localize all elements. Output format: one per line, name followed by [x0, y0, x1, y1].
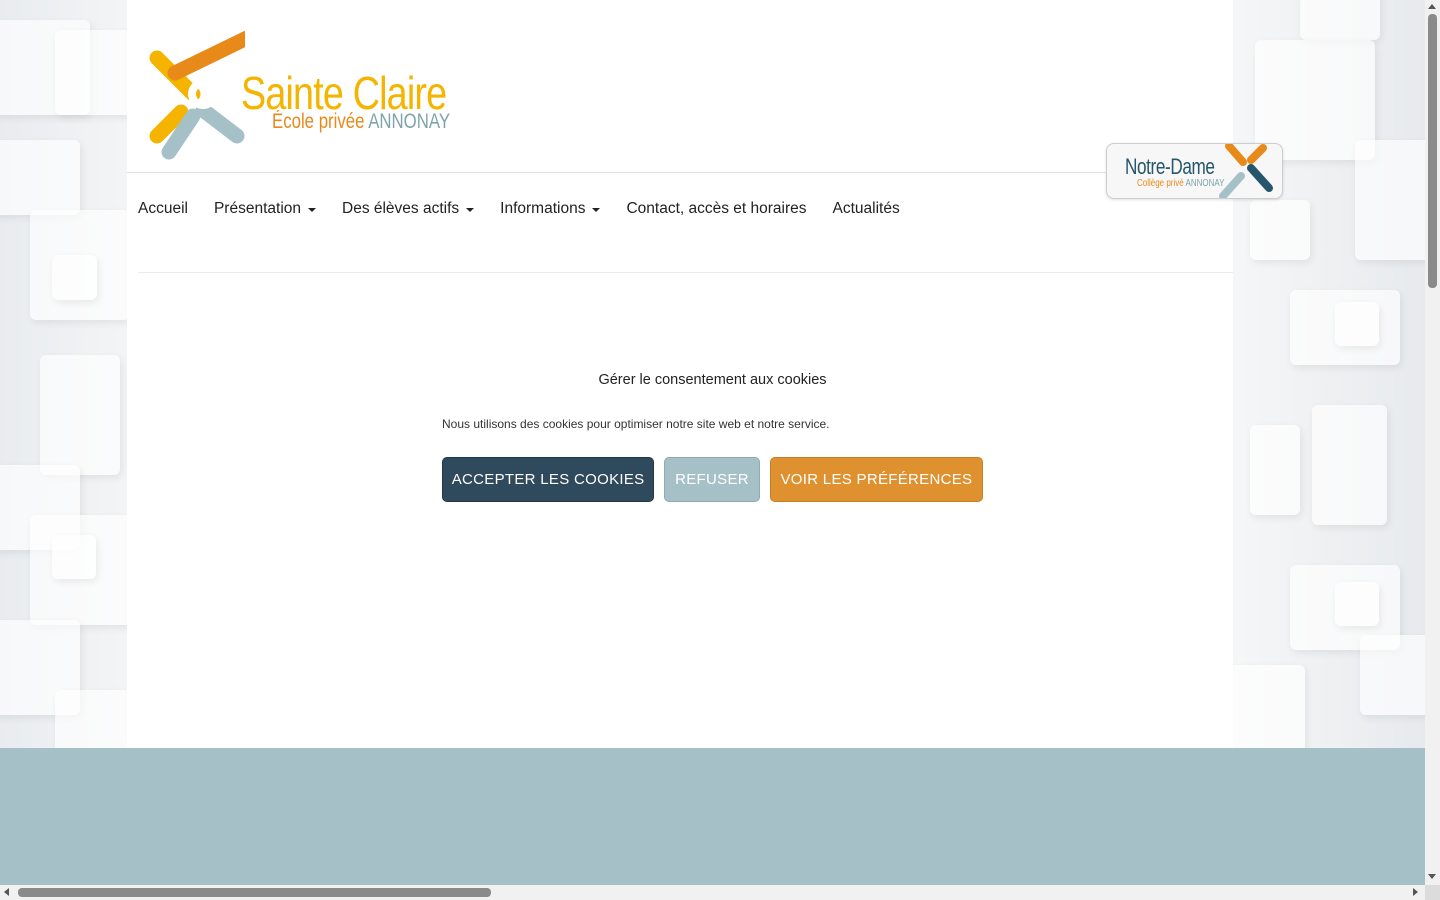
bg-square: [1335, 582, 1379, 626]
cookie-buttons: ACCEPTER LES COOKIES REFUSER VOIR LES PR…: [442, 457, 984, 502]
nav-item-label: Informations: [500, 200, 586, 217]
bg-square: [52, 255, 97, 300]
caret-down-icon: [466, 208, 475, 212]
sainte-claire-x-icon: [149, 30, 245, 160]
nav-item-contact[interactable]: Contact, accès et horaires: [626, 200, 806, 218]
scrollbar-corner: [1425, 885, 1440, 900]
partner-title: Notre-Dame: [1125, 154, 1215, 179]
partner-subtitle-school: Collège privé: [1137, 178, 1184, 189]
bg-square: [1250, 425, 1300, 515]
partner-subtitle: Collège privé ANNONAY: [1137, 178, 1224, 189]
nav-item-accueil[interactable]: Accueil: [138, 200, 188, 218]
horizontal-scroll-thumb[interactable]: [18, 888, 491, 897]
nav-item-actualites[interactable]: Actualités: [833, 200, 900, 218]
cookie-title: Gérer le consentement aux cookies: [598, 372, 827, 388]
bg-square: [1355, 140, 1425, 260]
scroll-right-icon[interactable]: [1413, 888, 1418, 896]
nav-item-presentation[interactable]: Présentation: [214, 200, 316, 218]
nav-item-label: Des élèves actifs: [342, 200, 460, 217]
logo-subtitle-school: École privée: [272, 110, 365, 133]
cookie-message: Nous utilisons des cookies pour optimise…: [442, 417, 830, 431]
nav-item-label: Actualités: [832, 200, 900, 217]
view-preferences-button[interactable]: VOIR LES PRÉFÉRENCES: [769, 457, 984, 502]
scroll-left-icon[interactable]: [4, 888, 9, 896]
caret-down-icon: [308, 208, 316, 212]
nav-item-eleves-actifs[interactable]: Des élèves actifs: [342, 200, 475, 218]
main-nav: Accueil Présentation Des élèves actifs I…: [138, 200, 926, 218]
partner-notre-dame-link[interactable]: Notre-Dame Collège privé ANNONAY: [1106, 143, 1283, 199]
logo-subtitle: École privée ANNONAY: [272, 110, 450, 134]
nav-divider: [138, 272, 1233, 273]
logo-subtitle-city: ANNONAY: [368, 110, 451, 133]
bg-square: [1360, 635, 1425, 715]
nav-item-label: Présentation: [213, 200, 301, 217]
scroll-down-icon[interactable]: [1428, 874, 1436, 879]
cookie-consent-banner: Gérer le consentement aux cookies Nous u…: [442, 360, 984, 502]
bg-square: [40, 355, 120, 475]
vertical-scroll-thumb[interactable]: [1428, 14, 1437, 288]
bg-square: [52, 535, 96, 579]
footer-band: [0, 748, 1425, 885]
header-divider: [127, 172, 1107, 173]
caret-down-icon: [592, 208, 601, 212]
bg-square: [1300, 0, 1380, 40]
notre-dame-x-icon: [1219, 144, 1273, 198]
bg-square: [0, 140, 80, 215]
bg-square: [1312, 405, 1387, 525]
nav-item-label: Accueil: [138, 200, 188, 217]
bg-square: [1335, 302, 1379, 346]
vertical-scrollbar[interactable]: [1425, 0, 1440, 885]
nav-item-label: Contact, accès et horaires: [626, 200, 807, 217]
scroll-up-icon[interactable]: [1428, 4, 1436, 9]
refuse-cookies-button[interactable]: REFUSER: [664, 457, 760, 502]
site-logo[interactable]: Sainte Claire École privée ANNONAY: [145, 28, 450, 162]
bg-square: [1230, 665, 1305, 748]
accept-cookies-button[interactable]: ACCEPTER LES COOKIES: [442, 457, 655, 502]
bg-square: [1250, 200, 1310, 260]
horizontal-scrollbar[interactable]: [0, 885, 1425, 900]
nav-item-informations[interactable]: Informations: [500, 200, 601, 218]
